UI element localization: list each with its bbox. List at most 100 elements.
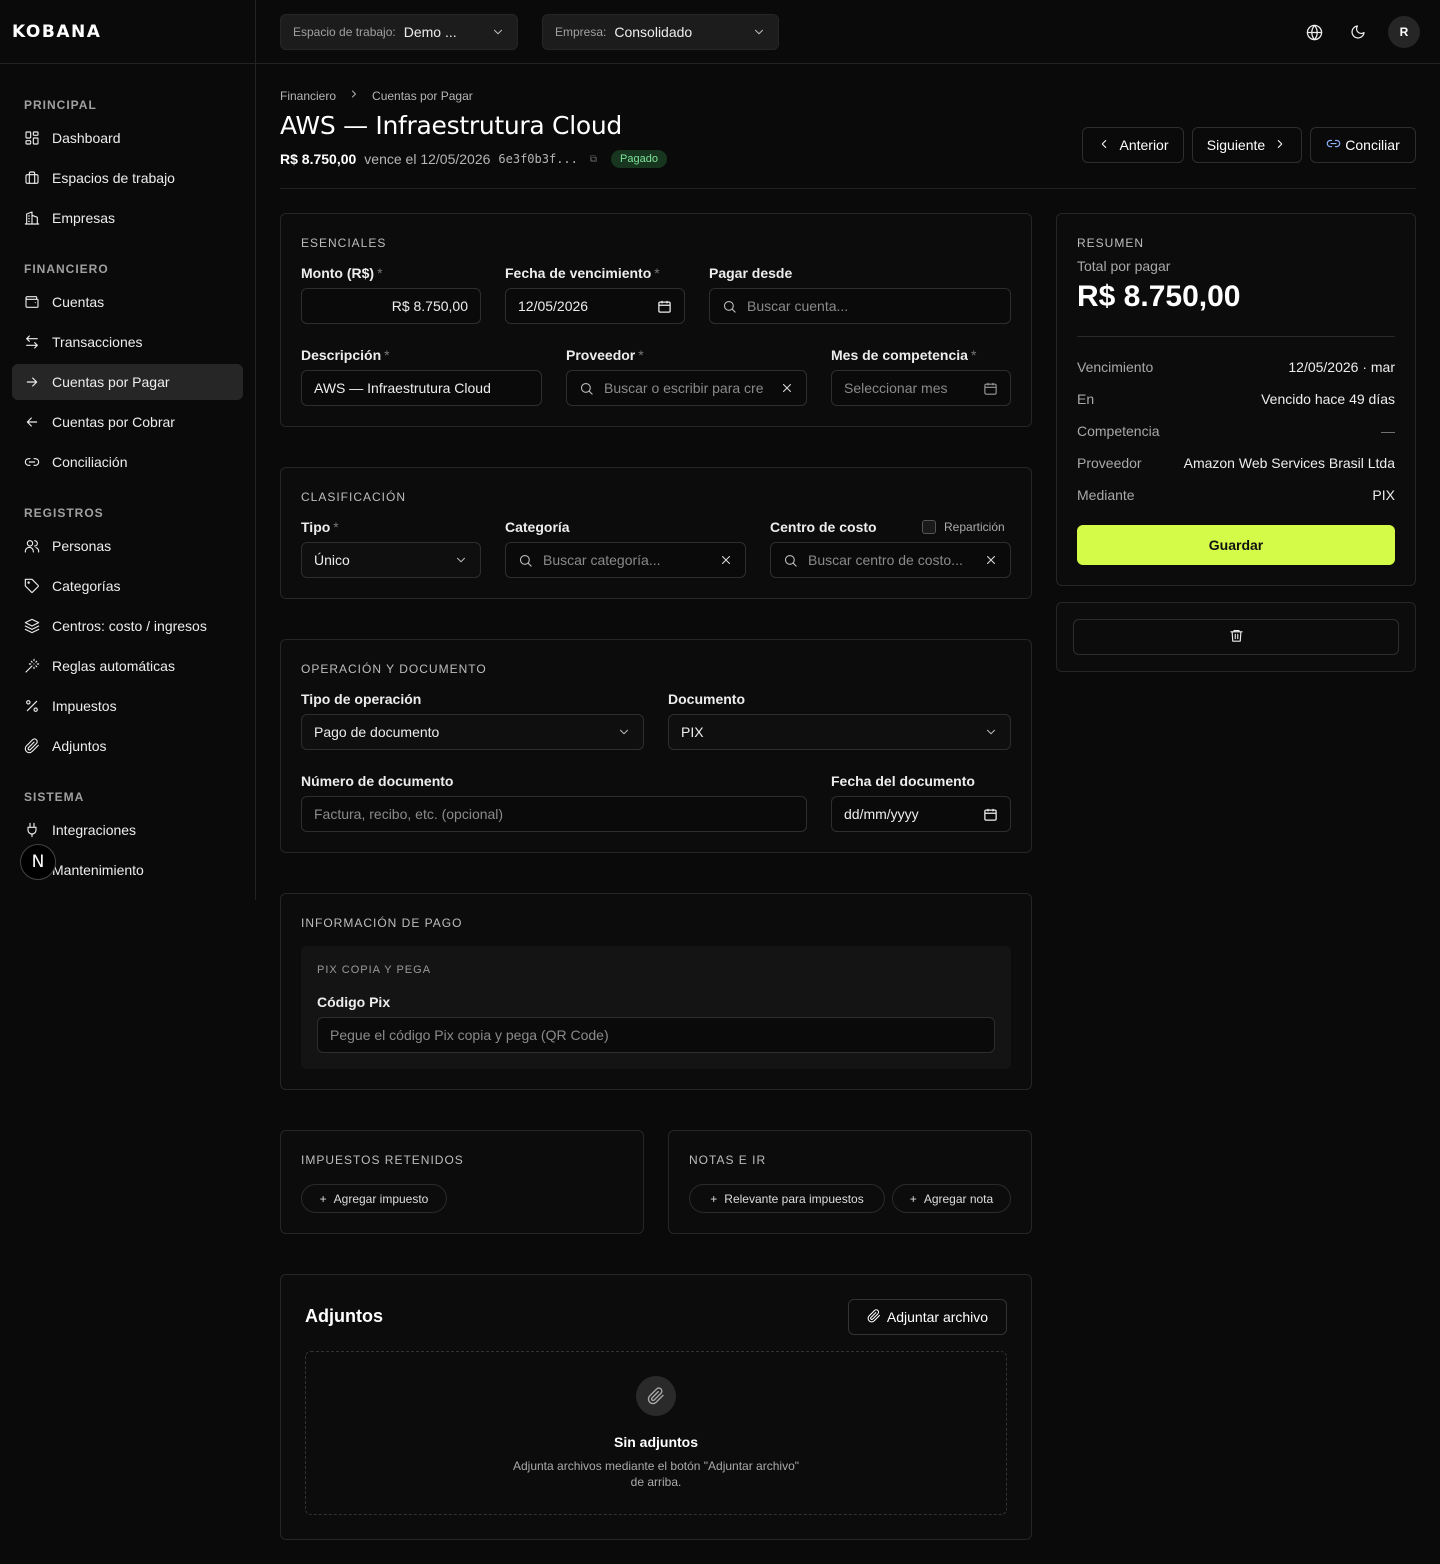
next-button[interactable]: Siguiente	[1192, 127, 1302, 163]
payment-title: INFORMACIÓN DE PAGO	[301, 916, 463, 930]
split-checkbox[interactable]	[922, 520, 936, 534]
cost-center-placeholder: Buscar centro de costo...	[808, 552, 963, 568]
sidebar-item-reconciliation[interactable]: Conciliación	[12, 444, 243, 480]
type-select[interactable]: Único	[301, 542, 481, 578]
sidebar-item-label: Categorías	[52, 578, 121, 594]
summary-row-method: Mediante PIX	[1077, 487, 1395, 503]
sidebar-item-label: Centros: costo / ingresos	[52, 618, 207, 634]
chevron-down-icon	[617, 725, 631, 739]
add-note-button[interactable]: + Agregar nota	[892, 1184, 1011, 1213]
company-selector[interactable]: Empresa: Consolidado	[542, 14, 779, 50]
plus-icon: +	[319, 1191, 327, 1206]
sidebar-item-companies[interactable]: Empresas	[12, 200, 243, 236]
sidebar-item-label: Transacciones	[52, 334, 143, 350]
add-tax-button[interactable]: + Agregar impuesto	[301, 1184, 447, 1213]
withheld-taxes-card	[280, 1130, 644, 1234]
sidebar-item-categories[interactable]: Categorías	[12, 568, 243, 604]
copy-icon[interactable]: ⧉	[590, 154, 597, 165]
sidebar-item-transactions[interactable]: Transacciones	[12, 324, 243, 360]
sidebar-item-receivables[interactable]: Cuentas por Cobrar	[12, 404, 243, 440]
previous-button[interactable]: Anterior	[1082, 127, 1184, 163]
attach-file-button[interactable]: Adjuntar archivo	[848, 1299, 1007, 1335]
magic-wand-icon	[24, 658, 40, 674]
plus-icon: +	[710, 1191, 718, 1206]
moon-icon[interactable]	[1346, 20, 1370, 44]
classification-card	[280, 467, 1032, 599]
breadcrumb-item-financiero[interactable]: Financiero	[280, 89, 336, 103]
reconcile-label: Conciliar	[1345, 137, 1400, 153]
sidebar-item-integrations[interactable]: Integraciones	[12, 812, 243, 848]
workspace-selector[interactable]: Espacio de trabajo: Demo ...	[280, 14, 518, 50]
calendar-icon[interactable]	[983, 381, 998, 396]
cost-center-input[interactable]: Buscar centro de costo...	[770, 542, 1011, 578]
sidebar-item-dashboard[interactable]: Dashboard	[12, 120, 243, 156]
total-value: R$ 8.750,00	[1077, 280, 1241, 313]
operation-title: OPERACIÓN Y DOCUMENTO	[301, 662, 487, 676]
empty-attachments-title: Sin adjuntos	[614, 1434, 698, 1450]
next-badge[interactable]: N	[20, 844, 56, 880]
calendar-icon[interactable]	[983, 807, 998, 822]
month-placeholder: Seleccionar mes	[844, 380, 948, 396]
month-input[interactable]: Seleccionar mes	[831, 370, 1011, 406]
pix-code-input[interactable]: Pegue el código Pix copia y pega (QR Cod…	[317, 1017, 995, 1053]
empty-attachments-text-2: de arriba.	[630, 1475, 682, 1489]
category-label: Categoría	[505, 519, 570, 535]
chevron-down-icon	[752, 25, 766, 42]
total-label: Total por pagar	[1077, 258, 1171, 274]
nav-section-financiero: FINANCIERO	[24, 262, 109, 276]
sidebar-item-label: Cuentas por Cobrar	[52, 414, 175, 430]
search-icon	[783, 553, 798, 568]
document-number-input[interactable]: Factura, recibo, etc. (opcional)	[301, 796, 807, 832]
document-date-input[interactable]: dd/mm/yyyy	[831, 796, 1011, 832]
withheld-taxes-title: IMPUESTOS RETENIDOS	[301, 1153, 464, 1167]
essentials-title: ESENCIALES	[301, 236, 387, 250]
paperclip-icon	[867, 1308, 881, 1326]
summary-row-in: En Vencido hace 49 días	[1077, 391, 1395, 407]
sidebar-item-cost-centers[interactable]: Centros: costo / ingresos	[12, 608, 243, 644]
sidebar-item-accounts[interactable]: Cuentas	[12, 284, 243, 320]
briefcase-icon	[24, 170, 40, 186]
arrows-left-right-icon	[24, 334, 40, 350]
page-title: AWS — Infraestrutura Cloud	[280, 111, 622, 140]
sidebar-item-attachments[interactable]: Adjuntos	[12, 728, 243, 764]
document-date-label: Fecha del documento	[831, 773, 975, 789]
close-icon[interactable]	[984, 553, 998, 567]
sidebar-item-label: Dashboard	[52, 130, 121, 146]
kobana-logo[interactable]: KOBANA	[12, 22, 101, 42]
delete-button[interactable]	[1073, 619, 1399, 655]
save-button[interactable]: Guardar	[1077, 525, 1395, 565]
tag-icon	[24, 578, 40, 594]
description-input[interactable]: AWS — Infraestrutura Cloud	[301, 370, 542, 406]
close-icon[interactable]	[719, 553, 733, 567]
sidebar-item-taxes[interactable]: Impuestos	[12, 688, 243, 724]
reconcile-button[interactable]: Conciliar	[1310, 127, 1416, 163]
tax-relevant-button[interactable]: + Relevante para impuestos	[689, 1184, 885, 1213]
category-input[interactable]: Buscar categoría...	[505, 542, 746, 578]
attachments-title: Adjuntos	[305, 1306, 383, 1326]
avatar[interactable]: R	[1388, 16, 1420, 48]
due-date-input[interactable]: 12/05/2026	[505, 288, 685, 324]
breadcrumb-item-payables[interactable]: Cuentas por Pagar	[372, 89, 473, 103]
close-icon[interactable]	[780, 381, 794, 395]
attach-file-label: Adjuntar archivo	[886, 1309, 989, 1325]
calendar-icon[interactable]	[657, 299, 672, 314]
amount-input[interactable]: R$ 8.750,00	[301, 288, 481, 324]
sidebar-item-workspaces[interactable]: Espacios de trabajo	[12, 160, 243, 196]
sidebar-item-people[interactable]: Personas	[12, 528, 243, 564]
next-label: Siguiente	[1206, 137, 1266, 153]
paperclip-icon	[24, 738, 40, 754]
sidebar-item-rules[interactable]: Reglas automáticas	[12, 648, 243, 684]
document-select[interactable]: PIX	[668, 714, 1011, 750]
pay-from-input[interactable]: Buscar cuenta...	[709, 288, 1011, 324]
month-label: Mes de competencia *	[831, 347, 977, 363]
sidebar-item-payables[interactable]: Cuentas por Pagar	[12, 364, 243, 400]
breadcrumb: Financiero Cuentas por Pagar	[280, 88, 473, 103]
nav-section-principal: PRINCIPAL	[24, 98, 97, 112]
nav-section-sistema: SISTEMA	[24, 790, 85, 804]
supplier-input[interactable]: Buscar o escribir para cre	[566, 370, 807, 406]
operation-type-value: Pago de documento	[314, 724, 440, 740]
globe-icon[interactable]	[1302, 20, 1326, 44]
document-date-placeholder: dd/mm/yyyy	[844, 806, 919, 822]
company-value: Consolidado	[614, 24, 693, 40]
operation-type-select[interactable]: Pago de documento	[301, 714, 644, 750]
